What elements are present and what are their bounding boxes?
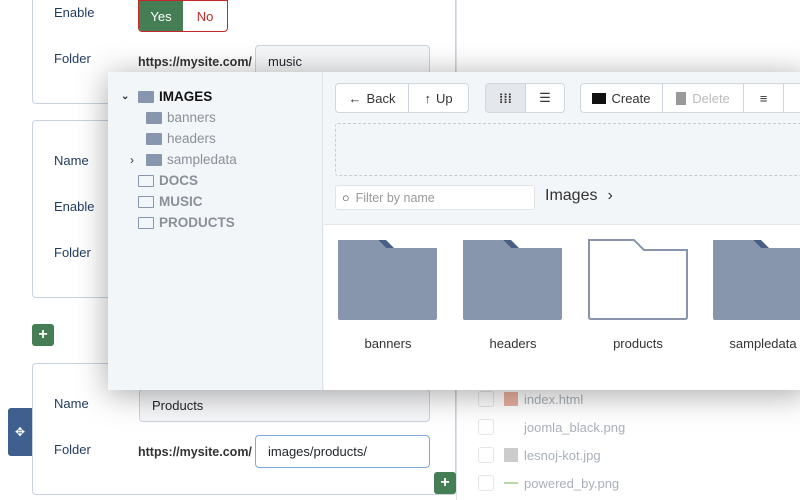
file-name: lesnoj-kot.jpg (524, 447, 601, 463)
filter-icon: ≡ (759, 90, 768, 106)
enable-toggle[interactable]: Yes No (138, 0, 228, 32)
name-input[interactable]: Products (139, 389, 430, 422)
tree-item-products[interactable]: PRODUCTS (138, 215, 235, 230)
folder-grid (324, 224, 800, 390)
delete-button[interactable]: Delete (662, 83, 744, 113)
file-name: joomla_black.png (524, 419, 626, 435)
url-prefix: https://mysite.com/ (138, 55, 252, 69)
image-thumb-icon (504, 448, 518, 462)
folder-item-products[interactable]: products (583, 336, 693, 351)
file-row[interactable]: joomla_black.png (478, 419, 625, 435)
folder-label: Folder (54, 442, 91, 457)
file-row[interactable]: powered_by.png (478, 475, 619, 491)
drag-handle[interactable]: ✥ (8, 408, 32, 456)
folder-outline-icon (138, 216, 154, 229)
grid-view-button[interactable]: ⁞⁞⁞ (485, 83, 526, 113)
image-thumb-icon (504, 420, 518, 434)
breadcrumb[interactable]: Images › (545, 187, 613, 205)
folder-icon (146, 153, 162, 166)
name-label: Name (54, 153, 89, 168)
folder-label: Folder (54, 245, 91, 260)
url-prefix: https://mysite.com/ (138, 445, 252, 459)
chevron-right-icon[interactable]: › (130, 153, 146, 167)
back-button[interactable]: ← Back (335, 83, 409, 113)
folder-icon (592, 92, 607, 104)
chevron-right-icon: › (607, 187, 613, 204)
folder-item-sampledata[interactable]: sampledata (708, 336, 800, 351)
grid-icon: ⁞⁞⁞ (499, 90, 512, 106)
html-file-icon (504, 392, 518, 406)
search-icon: ○ (342, 190, 350, 205)
checkbox[interactable] (478, 391, 494, 407)
file-row[interactable]: index.html (478, 391, 583, 407)
trash-icon (676, 91, 687, 105)
checkbox[interactable] (478, 447, 494, 463)
folder-item-banners[interactable]: banners (333, 336, 443, 351)
upload-dropzone[interactable] (335, 123, 800, 176)
tree-item-sampledata[interactable]: › sampledata (130, 152, 237, 167)
checkbox[interactable] (478, 475, 494, 491)
image-thumb-icon (504, 482, 518, 484)
tree-item-banners[interactable]: banners (146, 110, 216, 125)
add-button[interactable]: + (434, 472, 456, 494)
tree-item-music[interactable]: MUSIC (138, 194, 203, 209)
no-option[interactable]: No (183, 1, 227, 31)
folder-icon (146, 111, 162, 124)
folder-input[interactable]: images/products/ (255, 435, 430, 468)
folder-label: Folder (54, 51, 91, 66)
name-label: Name (54, 396, 89, 411)
folder-outline-icon (138, 174, 154, 187)
file-name: index.html (524, 391, 584, 407)
tree-item-headers[interactable]: headers (146, 131, 216, 146)
tree-item-docs[interactable]: DOCS (138, 173, 198, 188)
enable-label: Enable (54, 5, 95, 20)
chevron-down-icon[interactable]: ⌄ (121, 91, 138, 102)
arrow-up-icon: ↑ (424, 90, 431, 106)
tree-item-images[interactable]: ⌄ IMAGES (121, 89, 212, 104)
folder-item-headers[interactable]: headers (458, 336, 568, 351)
yes-option[interactable]: Yes (139, 1, 183, 31)
file-row[interactable]: lesnoj-kot.jpg (478, 447, 601, 463)
folder-tree: ⌄ IMAGES banners headers › sampledata DOCS… (108, 72, 323, 390)
add-button[interactable]: + (32, 324, 54, 346)
enable-label: Enable (54, 199, 95, 214)
arrow-left-icon: ← (348, 90, 362, 106)
folder-outline-icon (138, 195, 154, 208)
folder-icon (146, 132, 162, 145)
list-view-button[interactable]: ☰ (525, 83, 565, 113)
media-manager-dialog: ⌄ IMAGES banners headers › sampledata DOCS… (108, 72, 800, 390)
more-button[interactable]: • (783, 83, 800, 113)
list-icon: ☰ (539, 90, 551, 105)
up-button[interactable]: ↑ Up (408, 83, 469, 113)
create-button[interactable]: Create (580, 83, 663, 113)
checkbox[interactable] (478, 419, 494, 435)
file-name: powered_by.png (524, 475, 620, 491)
filter-sort-button[interactable]: ≡ (743, 83, 784, 113)
filter-input[interactable]: ○ Filter by name (335, 185, 535, 210)
